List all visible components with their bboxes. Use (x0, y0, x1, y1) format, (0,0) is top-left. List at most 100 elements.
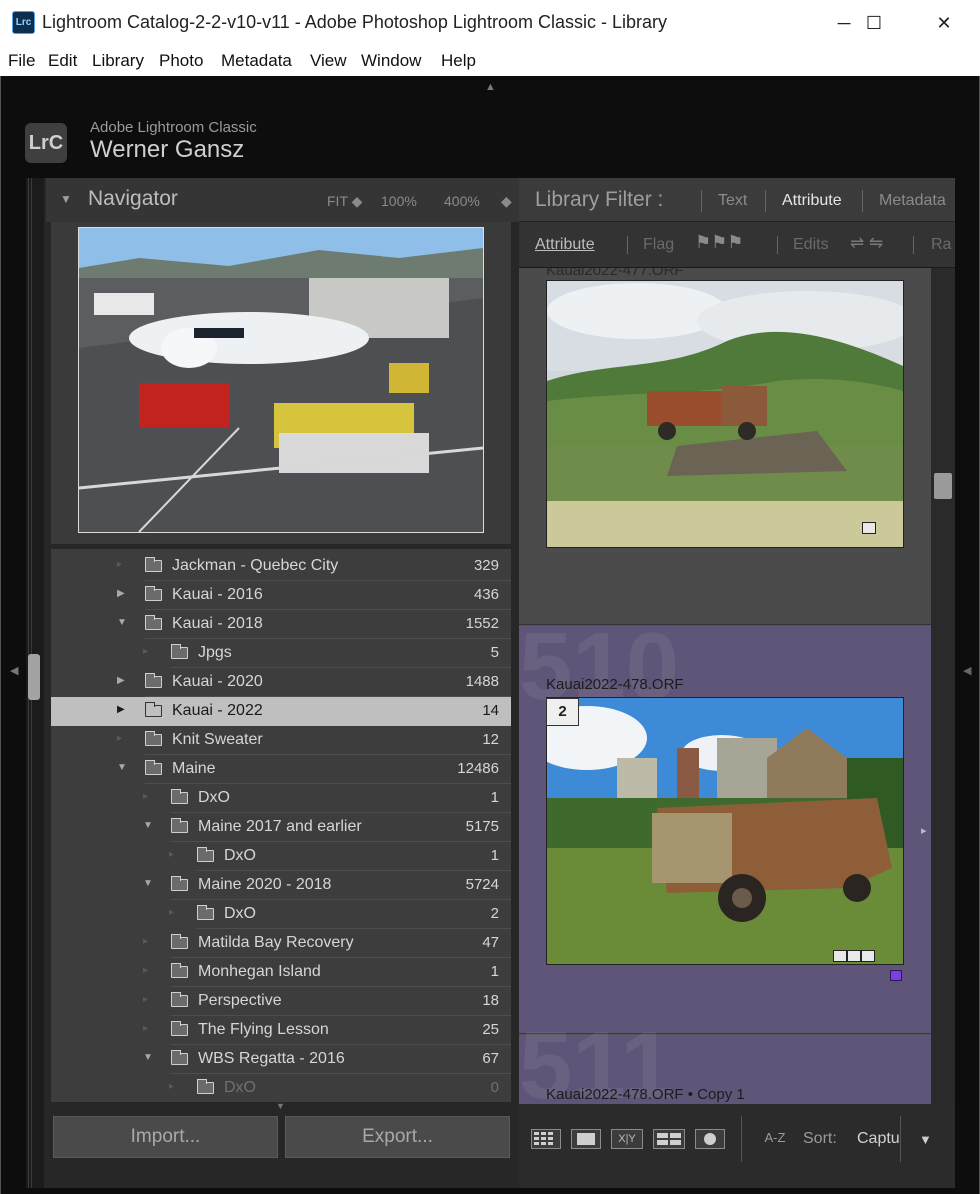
grid-scrollbar[interactable] (931, 268, 955, 1104)
loupe-view-icon[interactable] (571, 1129, 601, 1149)
menu-view[interactable]: View (310, 51, 347, 71)
grid-cell-selected[interactable]: 510 Kauai2022-478.ORF 2 ▸ (519, 613, 931, 1034)
sort-direction-icon[interactable]: A-Z (759, 1129, 791, 1149)
folder-row[interactable]: ▶ Kauai - 2016 436 (51, 581, 511, 610)
collapsed-triangle-icon: ▸ (117, 733, 123, 744)
left-panel-edge (26, 178, 44, 1188)
folder-name: Maine 2020 - 2018 (198, 876, 332, 893)
collapsed-triangle-icon[interactable]: ▶ (117, 704, 125, 715)
sort-value-dropdown[interactable]: Captu (857, 1130, 900, 1148)
navigator-photo[interactable] (78, 227, 484, 533)
purple-color-label-icon[interactable] (890, 970, 902, 981)
folder-count: 5724 (465, 876, 499, 893)
menu-file[interactable]: File (8, 51, 35, 71)
folder-row[interactable]: ▸ DxO 2 (51, 900, 511, 929)
cell-filename: Kauai2022-477.ORF (546, 268, 684, 279)
grid-view-icon[interactable] (531, 1129, 561, 1149)
grid-scroll-thumb[interactable] (934, 473, 952, 499)
menu-metadata[interactable]: Metadata (221, 51, 292, 71)
folder-name: DxO (224, 905, 256, 922)
photo-grid: Kauai2022-477.ORF 510 Kauai2022-478.ORF … (519, 268, 931, 1104)
folder-list: ▸ Jackman - Quebec City 329 ▶ Kauai - 2016 43… (51, 549, 511, 1102)
folder-row[interactable]: ▼ Maine 12486 (51, 755, 511, 784)
compare-view-icon[interactable]: X|Y (611, 1129, 643, 1149)
filter-attribute-tab[interactable]: Attribute (782, 192, 842, 210)
navigator-header[interactable]: ▼ Navigator FIT ◆ 100% 400% ◆ (46, 178, 519, 222)
collapsed-triangle-icon: ▸ (169, 907, 175, 918)
folder-row[interactable]: ▸ DxO 0 (51, 1074, 511, 1102)
folder-row[interactable]: ▸ Monhegan Island 1 (51, 958, 511, 987)
folder-row[interactable]: ▶ Kauai - 2022 14 (51, 697, 511, 726)
flag-filter-icons[interactable]: ⚑⚑⚑ (695, 232, 743, 253)
folder-row[interactable]: ▸ Perspective 18 (51, 987, 511, 1016)
folder-name: Monhegan Island (198, 963, 321, 980)
folder-row[interactable]: ▸ Jpgs 5 (51, 639, 511, 668)
folder-row[interactable]: ▼ WBS Regatta - 2016 67 (51, 1045, 511, 1074)
folder-row[interactable]: ▼ Kauai - 2018 1552 (51, 610, 511, 639)
folder-count: 25 (482, 1021, 499, 1038)
folder-row[interactable]: ▸ The Flying Lesson 25 (51, 1016, 511, 1045)
metadata-badge-icon (833, 950, 847, 962)
expanded-triangle-icon[interactable]: ▼ (143, 1052, 153, 1063)
user-identity-plate: Werner Gansz (90, 136, 245, 163)
folder-name: Jpgs (198, 644, 232, 661)
stack-count-badge[interactable]: 2 (546, 698, 579, 726)
attribute-filter-bar: Attribute Flag ⚑⚑⚑ Edits ⇌ ⇋ Ra (519, 222, 955, 268)
photo-thumbnail[interactable] (546, 697, 904, 965)
menu-library[interactable]: Library (92, 51, 144, 71)
close-button[interactable]: ✕ (914, 0, 974, 46)
folder-name: Maine 2017 and earlier (198, 818, 362, 835)
collapsed-triangle-icon[interactable]: ▶ (117, 675, 125, 686)
folder-row[interactable]: ▸ DxO 1 (51, 784, 511, 813)
folder-count: 12486 (457, 760, 499, 777)
filter-text-tab[interactable]: Text (718, 192, 747, 210)
zoom-fit[interactable]: FIT ◆ (327, 193, 362, 210)
menu-help[interactable]: Help (441, 51, 476, 71)
menu-photo[interactable]: Photo (159, 51, 203, 71)
collapsed-triangle-icon[interactable]: ▶ (117, 588, 125, 599)
right-panel-toggle-icon[interactable]: ◀ (963, 664, 971, 677)
grid-cell[interactable]: Kauai2022-477.ORF (519, 268, 931, 625)
photo-thumbnail[interactable] (546, 280, 904, 548)
folder-row[interactable]: ▼ Maine 2020 - 2018 5724 (51, 871, 511, 900)
grid-cell[interactable]: 511 Kauai2022-478.ORF • Copy 1 (519, 1012, 931, 1104)
folder-icon (171, 818, 188, 833)
folder-row[interactable]: ▶ Kauai - 2020 1488 (51, 668, 511, 697)
filter-metadata-tab[interactable]: Metadata (879, 192, 946, 210)
expanded-triangle-icon[interactable]: ▼ (143, 820, 153, 831)
folder-count: 1 (490, 789, 499, 806)
library-filter-bar: Library Filter : Text Attribute Metadata (519, 178, 955, 222)
left-panel-scroll-handle[interactable] (28, 654, 40, 700)
zoom-more-icon[interactable]: ◆ (501, 193, 512, 210)
folder-count: 436 (473, 586, 499, 603)
folder-row[interactable]: ▸ Jackman - Quebec City 329 (51, 552, 511, 581)
zoom-100[interactable]: 100% (381, 193, 417, 209)
folder-icon (171, 934, 188, 949)
collapsed-triangle-icon: ▸ (143, 994, 149, 1005)
folder-row[interactable]: ▼ Maine 2017 and earlier 5175 (51, 813, 511, 842)
collapsed-triangle-icon: ▸ (143, 646, 149, 657)
collapse-triangle-icon[interactable]: ▼ (60, 192, 72, 206)
maximize-button[interactable]: ☐ (844, 0, 904, 46)
people-view-icon[interactable] (695, 1129, 725, 1149)
left-panel-toggle-icon[interactable]: ◀ (10, 664, 18, 677)
expanded-triangle-icon[interactable]: ▼ (143, 878, 153, 889)
edit-filter-icons[interactable]: ⇌ ⇋ (850, 233, 883, 253)
next-photo-arrow-icon[interactable]: ▸ (921, 824, 927, 837)
folder-row[interactable]: ▸ Matilda Bay Recovery 47 (51, 929, 511, 958)
import-button[interactable]: Import... (53, 1116, 278, 1158)
library-main-panel: Library Filter : Text Attribute Metadata… (519, 178, 955, 1188)
menu-window[interactable]: Window (361, 51, 421, 71)
zoom-400[interactable]: 400% (444, 193, 480, 209)
attribute-label: Attribute (535, 236, 595, 253)
survey-view-icon[interactable] (653, 1129, 685, 1149)
expanded-triangle-icon[interactable]: ▼ (117, 617, 127, 628)
menu-edit[interactable]: Edit (48, 51, 77, 71)
folder-row[interactable]: ▸ Knit Sweater 12 (51, 726, 511, 755)
export-button[interactable]: Export... (285, 1116, 510, 1158)
folder-row[interactable]: ▸ DxO 1 (51, 842, 511, 871)
top-panel-toggle-icon[interactable]: ▲ (485, 81, 496, 93)
toolbar-menu-chevron-icon[interactable]: ▼ (919, 1132, 932, 1147)
collapsed-triangle-icon: ▸ (169, 1081, 175, 1092)
expanded-triangle-icon[interactable]: ▼ (117, 762, 127, 773)
